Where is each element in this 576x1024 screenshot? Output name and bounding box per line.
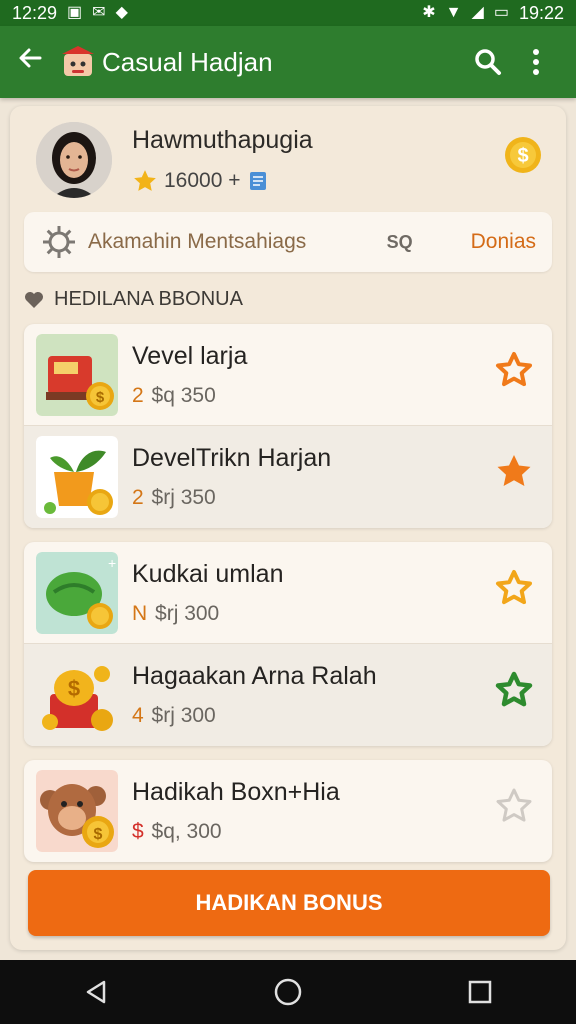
- shield-icon: ◆: [115, 4, 128, 21]
- heart-icon: [25, 291, 43, 308]
- back-icon[interactable]: [66, 962, 126, 1022]
- hadikan-bonus-button[interactable]: HADIKAN BONUS: [28, 870, 550, 936]
- app-logo-icon: [62, 46, 94, 76]
- item-value: 2 $q 350: [132, 384, 216, 408]
- item-value: 2 $rj 350: [132, 486, 216, 510]
- item-name: Hadikah Boxn+Hia: [132, 778, 340, 806]
- star-outline-icon[interactable]: [494, 350, 534, 390]
- more-vert-icon[interactable]: [512, 38, 560, 86]
- status-right: ✱ ▼ ◢ ▭ 19:22: [422, 3, 564, 24]
- profile-card: Hawmuthapugia 16000 + $: [24, 118, 554, 204]
- wifi-icon: ▼: [445, 4, 462, 21]
- section-title: HEDILANA BBONUA: [54, 288, 243, 310]
- bluetooth-icon: ✱: [422, 4, 436, 21]
- bonus-group-1: $ Vevel larja 2 $q 350 DevelTrikn Harjan…: [24, 324, 552, 528]
- star-icon: [134, 170, 156, 191]
- list-item[interactable]: + Kudkai umlan N $rj 300: [24, 542, 552, 644]
- profile-name: Hawmuthapugia: [132, 126, 313, 154]
- item-amount: $rj 300: [155, 602, 220, 625]
- app-title: Casual Hadjan: [102, 46, 273, 77]
- svg-text:$: $: [96, 389, 105, 406]
- filter-label: Akamahin Mentsahiags: [88, 230, 307, 253]
- plant-pot-icon: [36, 436, 118, 518]
- signal-icon: ◢: [471, 4, 484, 21]
- list-item[interactable]: DevelTrikn Harjan 2 $rj 350: [24, 426, 552, 528]
- star-outline-icon[interactable]: [494, 786, 534, 826]
- avatar[interactable]: [36, 122, 112, 198]
- list-item[interactable]: $ Hagaakan Arna Ralah 4 $rj 300: [24, 644, 552, 746]
- gear-icon[interactable]: [40, 223, 78, 261]
- item-value: $ $q, 300: [132, 820, 222, 844]
- list-item[interactable]: $ Vevel larja 2 $q 350: [24, 324, 552, 426]
- home-icon[interactable]: [258, 962, 318, 1022]
- status-left: 12:29 ▣ ✉ ◆: [12, 3, 128, 24]
- item-name: Hagaakan Arna Ralah: [132, 662, 377, 690]
- item-amount: $q 350: [151, 384, 216, 407]
- svg-text:+: +: [108, 555, 116, 571]
- item-amount: $q, 300: [151, 820, 222, 843]
- search-filter-button[interactable]: SQ: [387, 232, 413, 253]
- mail-icon: ✉: [92, 4, 106, 21]
- svg-text:$: $: [68, 676, 80, 701]
- monkey-icon: $: [36, 770, 118, 852]
- item-prefix: $: [132, 820, 144, 843]
- item-name: Kudkai umlan: [132, 560, 284, 588]
- coin-icon[interactable]: $: [504, 136, 542, 174]
- item-prefix: 2: [132, 486, 144, 509]
- item-prefix: 2: [132, 384, 144, 407]
- item-name: DevelTrikn Harjan: [132, 444, 332, 472]
- section-header: HEDILANA BBONUA: [24, 288, 243, 311]
- money-bag-icon: $: [36, 654, 118, 736]
- points-value: 16000 +: [164, 169, 241, 192]
- filter-bar[interactable]: Akamahin Mentsahiags SQ Donias: [24, 212, 552, 272]
- document-icon: [249, 172, 266, 190]
- svg-text:$: $: [517, 145, 528, 167]
- item-name: Vevel larja: [132, 342, 248, 370]
- item-prefix: 4: [132, 704, 144, 727]
- status-bar: 12:29 ▣ ✉ ◆ ✱ ▼ ◢ ▭ 19:22: [0, 0, 576, 26]
- donias-button[interactable]: Donias: [471, 230, 536, 254]
- item-amount: $rj 350: [151, 486, 216, 509]
- list-item[interactable]: $ Hadikah Boxn+Hia $ $q, 300: [24, 760, 552, 862]
- recents-icon[interactable]: [450, 962, 510, 1022]
- gallery-icon: ▣: [67, 4, 83, 21]
- search-icon[interactable]: [464, 38, 512, 86]
- cash-register-icon: $: [36, 334, 118, 416]
- navigation-bar: [0, 960, 576, 1024]
- item-prefix: N: [132, 602, 148, 625]
- app-bar: Casual Hadjan: [0, 26, 576, 98]
- melon-icon: +: [36, 552, 118, 634]
- back-arrow-icon[interactable]: [16, 44, 60, 80]
- profile-points: 16000 +: [132, 168, 269, 194]
- star-outline-icon[interactable]: [494, 670, 534, 710]
- status-clock: 19:22: [518, 2, 564, 23]
- item-value: N $rj 300: [132, 602, 219, 626]
- bonus-group-2: + Kudkai umlan N $rj 300 $ Hagaakan Arna…: [24, 542, 552, 746]
- star-outline-icon[interactable]: [494, 568, 534, 608]
- battery-icon: ▭: [493, 4, 509, 21]
- item-value: 4 $rj 300: [132, 704, 216, 728]
- svg-text:$: $: [94, 826, 103, 843]
- bonus-group-3: $ Hadikah Boxn+Hia $ $q, 300: [24, 760, 552, 862]
- status-time: 12:29: [12, 2, 58, 23]
- item-amount: $rj 300: [151, 704, 216, 727]
- star-filled-icon[interactable]: [494, 452, 534, 492]
